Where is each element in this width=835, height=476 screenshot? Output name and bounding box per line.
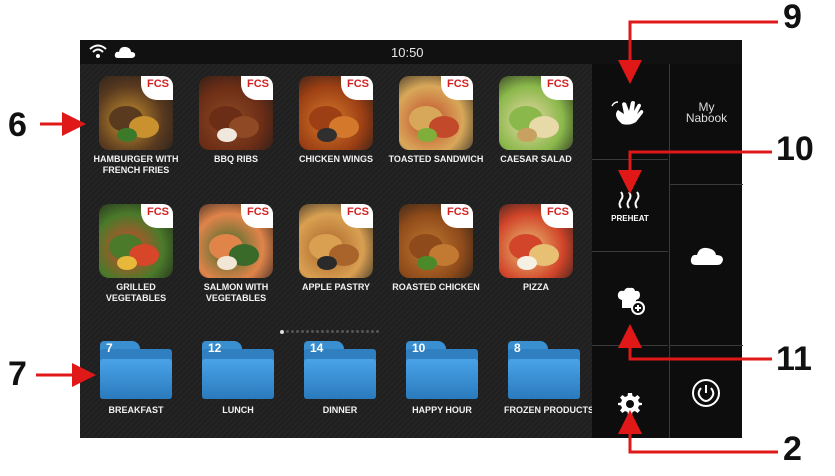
callout-arrows — [36, 20, 778, 454]
arrow-10 — [618, 150, 772, 194]
arrow-2 — [618, 410, 778, 454]
arrow-9 — [618, 20, 778, 84]
arrow-11 — [618, 324, 772, 361]
